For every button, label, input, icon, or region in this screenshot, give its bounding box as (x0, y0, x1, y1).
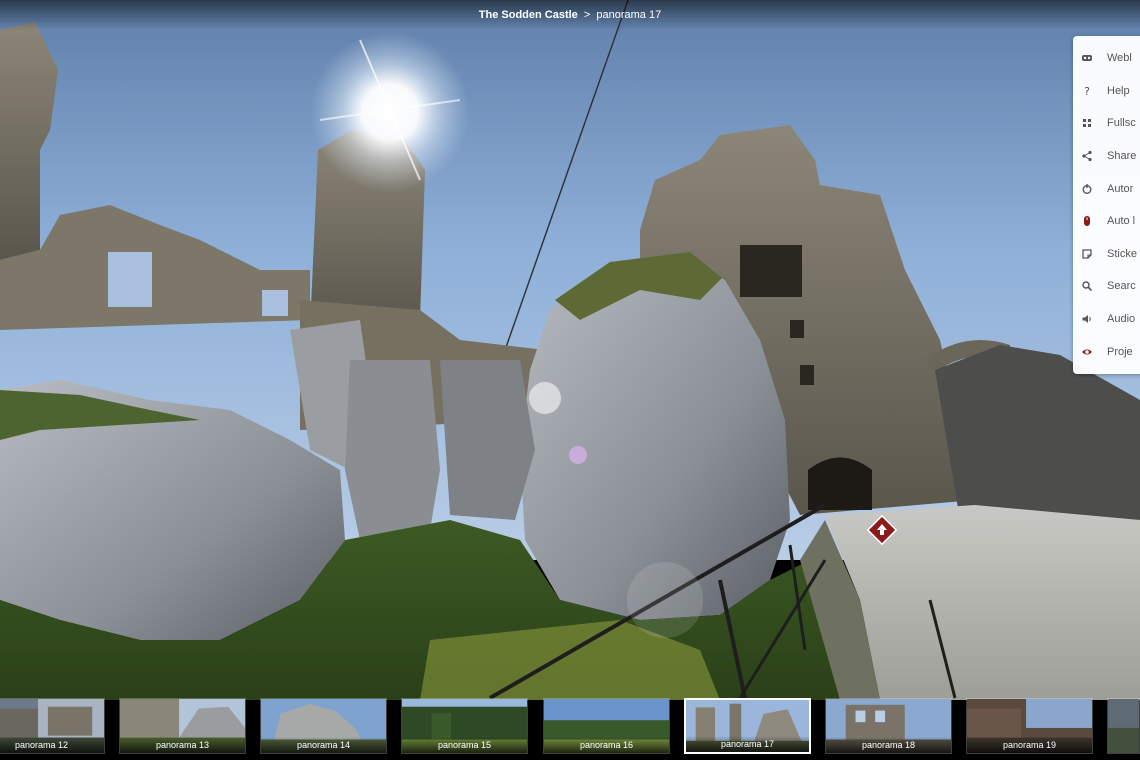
menu-item-label: Autor (1107, 182, 1134, 195)
thumbnail-image (1108, 699, 1139, 753)
menu-item-search[interactable]: Searc (1073, 270, 1140, 303)
thumbnail-label: panorama 15 (402, 737, 527, 753)
current-panorama-title: panorama 17 (596, 9, 662, 21)
menu-item-label: Share (1107, 150, 1137, 163)
breadcrumb-separator: > (583, 9, 591, 21)
menu-item-fullscreen[interactable]: Fullsc (1073, 107, 1140, 140)
thumbnail-panorama-18[interactable]: panorama 18 (825, 698, 952, 754)
navigation-hotspot[interactable] (867, 515, 897, 545)
menu-item-share[interactable]: Share (1073, 140, 1140, 173)
menu-item-sticker[interactable]: Sticke (1073, 238, 1140, 271)
question-icon: ? (1081, 85, 1093, 97)
menu-item-webvr[interactable]: Webl (1073, 42, 1140, 75)
sticker-icon (1081, 248, 1093, 260)
thumbnail-label: panorama 18 (826, 737, 951, 753)
menu-item-autorotate[interactable]: Autor (1073, 172, 1140, 205)
thumbnail-panorama-13[interactable]: panorama 13 (119, 698, 246, 754)
thumbnail-label: panorama 17 (686, 736, 809, 752)
menu-item-projection[interactable]: Proje (1073, 335, 1140, 368)
panorama-image[interactable] (0, 0, 1140, 760)
menu-item-label: Searc (1107, 280, 1136, 293)
thumbnail-label: panorama 19 (967, 737, 1092, 753)
thumbnail-label: panorama 13 (120, 737, 245, 753)
eye-icon (1081, 346, 1093, 358)
svg-text:?: ? (1084, 85, 1090, 97)
thumbnail-label: panorama 16 (544, 737, 669, 753)
menu-item-label: Auto l (1107, 215, 1136, 228)
autorotate-icon (1081, 183, 1093, 195)
menu-item-audio[interactable]: Audio (1073, 303, 1140, 336)
menu-item-label: Proje (1107, 345, 1133, 358)
menu-item-label: Audio (1107, 313, 1136, 326)
thumbnail-label: panorama 12 (0, 737, 104, 753)
mouse-icon (1081, 215, 1093, 227)
thumbnail-panorama-12[interactable]: panorama 12 (0, 698, 105, 754)
menu-item-label: Webl (1107, 52, 1132, 65)
thumbnail-panorama-19[interactable]: panorama 19 (966, 698, 1093, 754)
thumbnail-panorama-14[interactable]: panorama 14 (260, 698, 387, 754)
thumbnail-next-partial[interactable] (1107, 698, 1140, 754)
thumbnail-bar: panorama 12 panorama 13 panorama 14 pano… (0, 698, 1140, 760)
title-bar: The Sodden Castle > panorama 17 (0, 0, 1140, 30)
fullscreen-icon (1081, 117, 1093, 129)
thumbnail-panorama-16[interactable]: panorama 16 (543, 698, 670, 754)
thumbnail-panorama-15[interactable]: panorama 15 (401, 698, 528, 754)
menu-item-label: Fullsc (1107, 117, 1136, 130)
menu-item-auto-mouse[interactable]: Auto l (1073, 205, 1140, 238)
panorama-viewer[interactable]: The Sodden Castle > panorama 17 Webl ? H… (0, 0, 1140, 760)
side-menu: Webl ? Help Fullsc Share Autor Auto l St… (1073, 36, 1140, 374)
menu-item-help[interactable]: ? Help (1073, 75, 1140, 108)
search-icon (1081, 280, 1093, 292)
menu-item-label: Sticke (1107, 247, 1137, 260)
thumbnail-panorama-17[interactable]: panorama 17 (684, 698, 811, 754)
tour-title: The Sodden Castle (478, 9, 578, 21)
vr-goggles-icon (1081, 52, 1093, 64)
menu-item-label: Help (1107, 84, 1130, 97)
share-icon (1081, 150, 1093, 162)
thumbnail-label: panorama 14 (261, 737, 386, 753)
speaker-icon (1081, 313, 1093, 325)
